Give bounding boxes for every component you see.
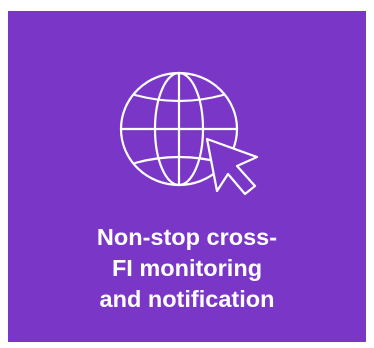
feature-tile: Non-stop cross- FI monitoring and notifi… xyxy=(8,11,366,342)
tile-title: Non-stop cross- FI monitoring and notifi… xyxy=(8,222,366,315)
globe-cursor-icon xyxy=(111,65,271,215)
title-line-3: and notification xyxy=(99,286,275,312)
title-line-1: Non-stop cross- xyxy=(96,224,278,250)
title-line-2: FI monitoring xyxy=(111,255,263,281)
